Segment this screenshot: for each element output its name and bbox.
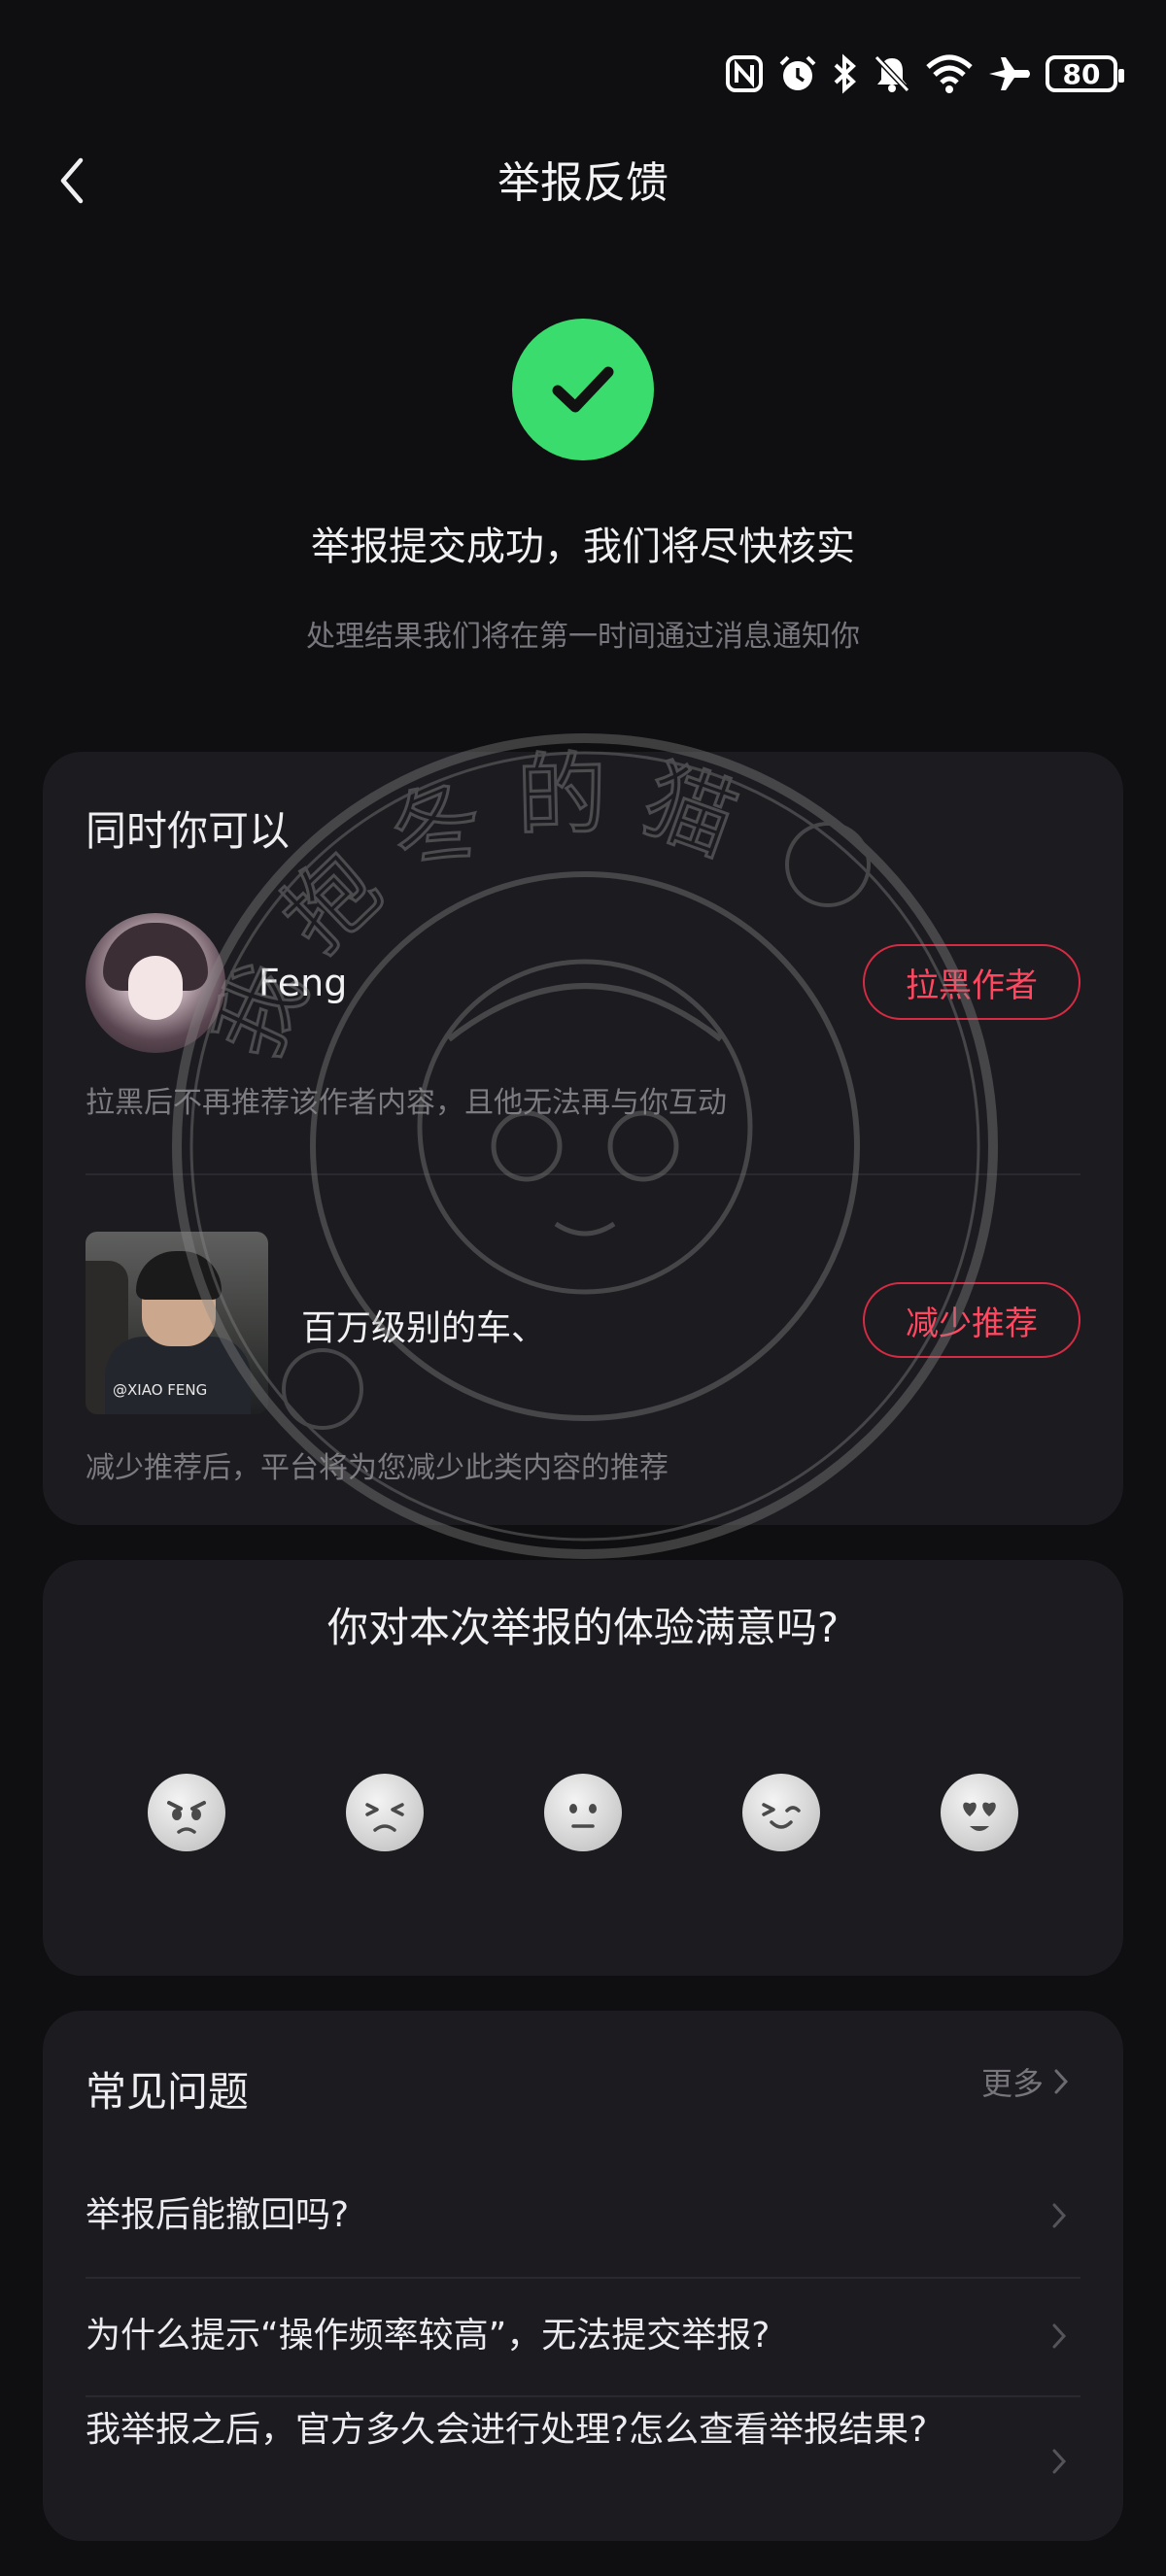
thumbnail-watermark: @XIAO FENG xyxy=(113,1381,208,1399)
avatar[interactable] xyxy=(86,913,225,1053)
actions-card: 同时你可以 Feng 拉黑作者 拉黑后不再推荐该作者内容，且他无法再与你互动 @… xyxy=(43,752,1123,1525)
angry-face-icon[interactable] xyxy=(148,1774,225,1851)
author-name[interactable]: Feng xyxy=(258,962,347,1004)
faq-question: 举报后能撤回吗? xyxy=(86,2195,350,2235)
block-description: 拉黑后不再推荐该作者内容，且他无法再与你互动 xyxy=(86,1086,727,1120)
check-circle-icon xyxy=(512,319,654,460)
love-face-icon[interactable] xyxy=(941,1774,1018,1851)
actions-title: 同时你可以 xyxy=(86,807,291,855)
faq-more-link[interactable]: 更多 xyxy=(981,2059,1069,2104)
faq-item[interactable]: 举报后能撤回吗? xyxy=(86,2170,1080,2261)
status-bar: 80 xyxy=(0,0,1166,146)
status-icons: 80 xyxy=(725,51,1124,97)
faq-more-label: 更多 xyxy=(980,2065,1044,2102)
faq-divider xyxy=(86,2277,1080,2279)
success-title: 举报提交成功，我们将尽快核实 xyxy=(311,525,855,569)
chevron-right-icon xyxy=(1052,2203,1067,2228)
divider xyxy=(86,1173,1080,1175)
reduce-description: 减少推荐后，平台将为您减少此类内容的推荐 xyxy=(86,1451,669,1485)
faq-title: 常见问题 xyxy=(86,2068,250,2116)
checkmark-icon xyxy=(552,366,614,413)
nfc-icon xyxy=(726,55,763,92)
page-title: 举报反馈 xyxy=(497,158,669,208)
survey-card: 你对本次举报的体验满意吗? xyxy=(43,1560,1123,1976)
neutral-face-icon[interactable] xyxy=(544,1774,622,1851)
video-thumbnail[interactable]: @XIAO FENG xyxy=(86,1232,268,1414)
faq-item[interactable]: 为什么提示“操作频率较高”，无法提交举报? xyxy=(86,2290,1080,2382)
bluetooth-icon xyxy=(834,53,856,94)
sad-face-icon[interactable] xyxy=(346,1774,424,1851)
battery-icon: 80 xyxy=(1046,55,1124,92)
success-subtitle: 处理结果我们将在第一时间通过消息通知你 xyxy=(306,620,860,654)
smile-face-icon[interactable] xyxy=(742,1774,820,1851)
alarm-icon xyxy=(779,55,816,90)
survey-question: 你对本次举报的体验满意吗? xyxy=(326,1604,840,1651)
wifi-icon xyxy=(926,54,973,93)
mute-icon xyxy=(874,54,910,93)
reduce-recommend-button[interactable]: 减少推荐 xyxy=(863,1282,1080,1358)
battery-level: 80 xyxy=(1062,57,1101,90)
chevron-right-icon xyxy=(1052,2323,1067,2349)
faq-item[interactable]: 我举报之后，官方多久会进行处理?怎么查看举报结果? xyxy=(86,2403,1080,2520)
faq-question: 为什么提示“操作频率较高”，无法提交举报? xyxy=(86,2316,771,2356)
faq-divider xyxy=(86,2395,1080,2397)
airplane-icon xyxy=(989,57,1030,90)
video-title[interactable]: 百万级别的车、 xyxy=(301,1300,546,1350)
faq-card: 常见问题 更多 举报后能撤回吗? 为什么提示“操作频率较高”，无法提交举报? 我… xyxy=(43,2011,1123,2541)
faq-question: 我举报之后，官方多久会进行处理?怎么查看举报结果? xyxy=(86,2410,928,2450)
chevron-right-icon xyxy=(1054,2069,1069,2094)
block-author-button[interactable]: 拉黑作者 xyxy=(863,944,1080,1020)
header: 举报反馈 xyxy=(0,136,1166,223)
chevron-right-icon xyxy=(1052,2449,1067,2474)
